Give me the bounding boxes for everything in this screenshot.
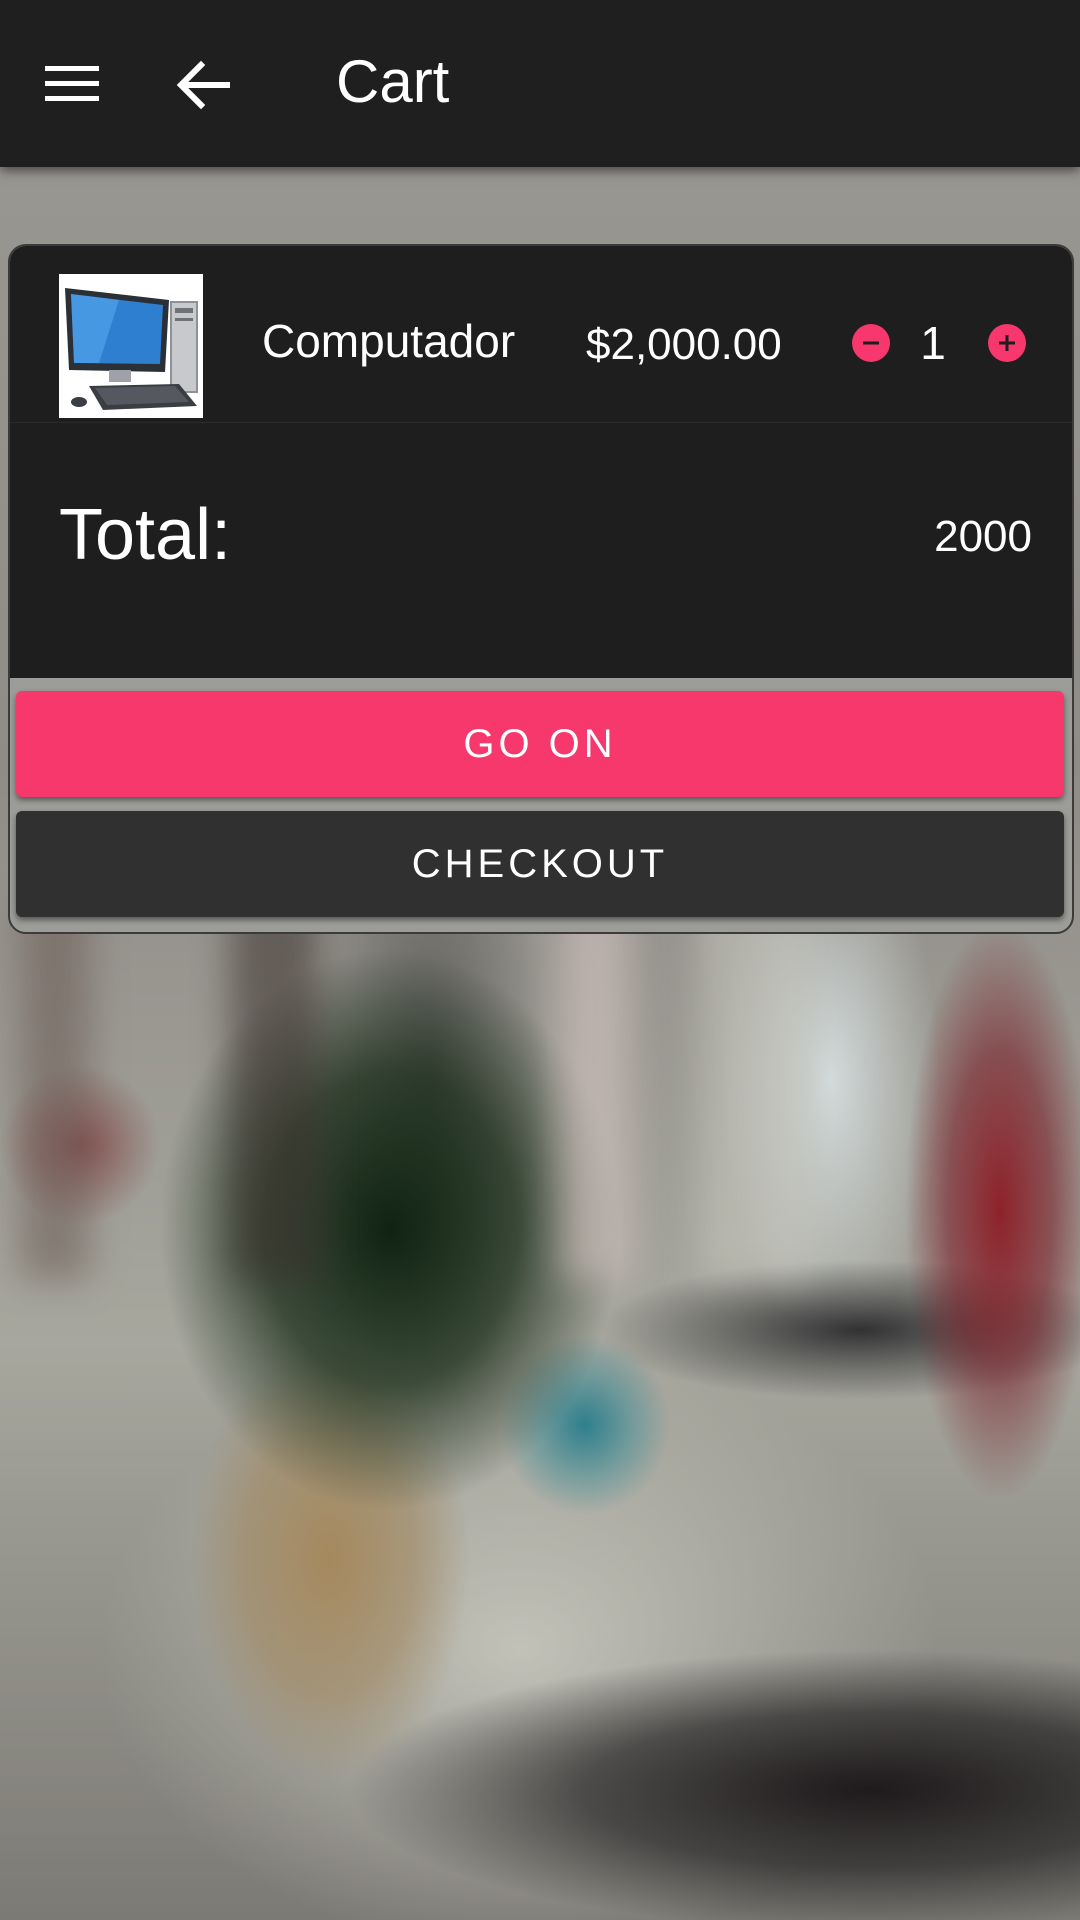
page-title: Cart	[336, 48, 450, 115]
cart-item-row: Computador $2,000.00 1	[10, 246, 1072, 423]
total-label: Total:	[59, 495, 232, 575]
total-value: 2000	[934, 512, 1032, 561]
computer-thumbnail	[59, 274, 203, 418]
menu-icon[interactable]	[45, 66, 99, 102]
cart-summary: Computador $2,000.00 1 Total: 2000	[10, 246, 1072, 678]
go-on-button[interactable]: GO ON	[16, 691, 1064, 797]
item-price: $2,000.00	[586, 320, 782, 369]
plus-icon	[999, 335, 1015, 351]
app-bar: Cart	[0, 0, 1080, 167]
arrow-left-icon[interactable]	[175, 57, 231, 113]
minus-icon	[863, 341, 879, 345]
item-quantity: 1	[920, 317, 946, 369]
cart-card: Computador $2,000.00 1 Total: 2000 GO ON…	[8, 244, 1074, 934]
item-name: Computador	[262, 315, 516, 367]
decrease-quantity-button[interactable]	[852, 324, 890, 362]
increase-quantity-button[interactable]	[988, 324, 1026, 362]
checkout-button[interactable]: CHECKOUT	[16, 811, 1064, 917]
